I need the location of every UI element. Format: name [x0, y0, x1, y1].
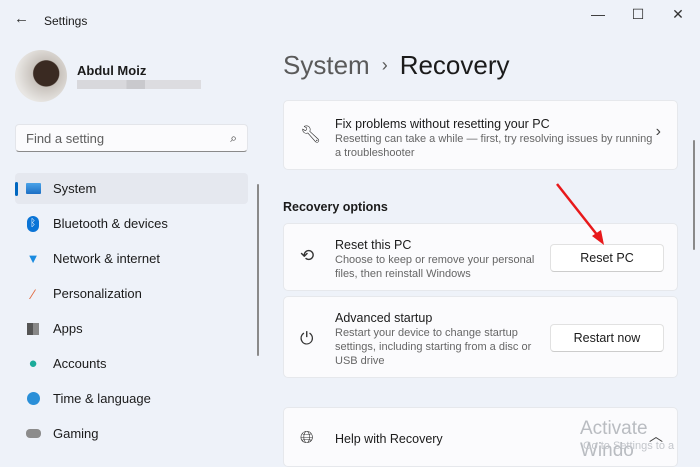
arrow-shaft: [556, 183, 599, 237]
red-arrow-annotation: [556, 183, 604, 245]
